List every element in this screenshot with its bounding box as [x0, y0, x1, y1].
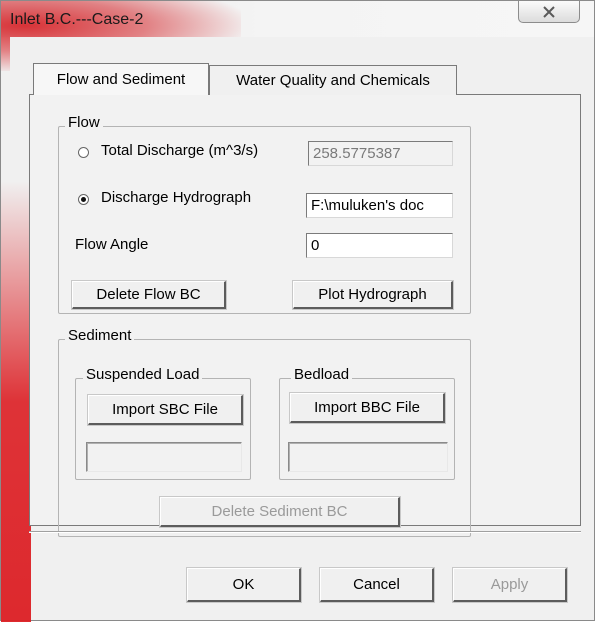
close-button[interactable]	[518, 1, 580, 23]
delete-flow-bc-button[interactable]: Delete Flow BC	[72, 281, 226, 309]
total-discharge-radio[interactable]	[78, 147, 89, 158]
flow-angle-label: Flow Angle	[75, 236, 149, 253]
dialog-window: Inlet B.C.---Case-2 Flow and Sediment Wa…	[0, 0, 595, 622]
apply-button[interactable]: Apply	[453, 568, 567, 602]
window-title: Inlet B.C.---Case-2	[10, 11, 144, 28]
tab-water-quality-and-chemicals[interactable]: Water Quality and Chemicals	[209, 65, 457, 95]
flow-angle-field[interactable]: 0	[306, 233, 453, 258]
hydrograph-file-field[interactable]: F:\muluken's doc	[306, 193, 453, 218]
bbc-file-display	[288, 442, 448, 472]
total-discharge-label[interactable]: Total Discharge (m^3/s)	[101, 142, 258, 159]
tab-label: Water Quality and Chemicals	[236, 72, 430, 89]
discharge-hydrograph-label[interactable]: Discharge Hydrograph	[101, 189, 251, 206]
total-discharge-field[interactable]: 258.5775387	[308, 141, 453, 166]
flow-group-label: Flow	[65, 114, 103, 131]
footer-divider	[29, 531, 581, 533]
bedload-label: Bedload	[291, 366, 353, 383]
sbc-file-display	[86, 442, 242, 472]
close-icon	[543, 5, 555, 18]
sediment-group-label: Sediment	[65, 327, 135, 344]
plot-hydrograph-button[interactable]: Plot Hydrograph	[293, 281, 453, 309]
cancel-button[interactable]: Cancel	[320, 568, 434, 602]
import-bbc-button[interactable]: Import BBC File	[290, 393, 445, 423]
ok-button[interactable]: OK	[187, 568, 301, 602]
delete-sediment-bc-button[interactable]: Delete Sediment BC	[160, 497, 400, 527]
discharge-hydrograph-radio[interactable]	[78, 194, 89, 205]
import-sbc-button[interactable]: Import SBC File	[88, 395, 243, 425]
suspended-load-label: Suspended Load	[83, 366, 203, 383]
window-edge-glow	[1, 181, 31, 622]
tab-flow-and-sediment[interactable]: Flow and Sediment	[33, 63, 209, 95]
tab-label: Flow and Sediment	[56, 71, 186, 88]
